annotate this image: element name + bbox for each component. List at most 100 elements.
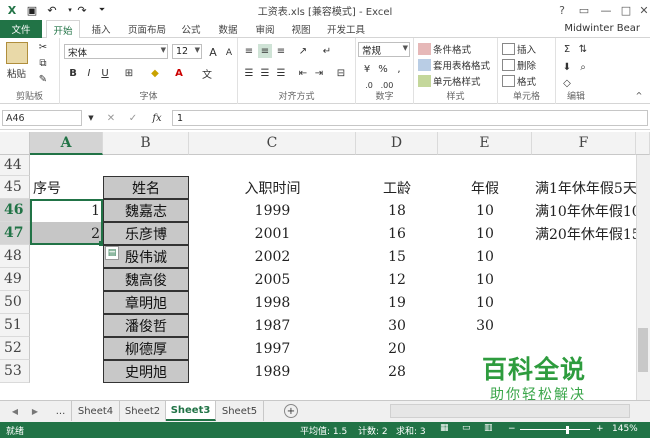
cell-c45[interactable]: 入职时间: [189, 176, 356, 199]
help-icon[interactable]: ?: [552, 2, 572, 18]
scroll-left-icon[interactable]: ◀: [8, 404, 22, 418]
column-header-d[interactable]: D: [356, 132, 438, 155]
tab-formulas[interactable]: 公式: [176, 20, 206, 38]
row-header-49[interactable]: 49: [0, 268, 30, 291]
cell-e50[interactable]: 10: [438, 291, 532, 314]
column-header-e[interactable]: E: [438, 132, 532, 155]
align-bottom-icon[interactable]: ≡: [274, 44, 288, 58]
tab-developer[interactable]: 开发工具: [322, 20, 370, 38]
cell-e48[interactable]: 10: [438, 245, 532, 268]
user-name[interactable]: Midwinter Bear: [564, 23, 640, 34]
page-layout-view-icon[interactable]: ▭: [462, 423, 471, 433]
maximize-icon[interactable]: □: [616, 2, 636, 18]
confirm-entry-icon[interactable]: ✓: [126, 111, 140, 125]
scroll-right-icon[interactable]: ▶: [28, 404, 42, 418]
column-header-a[interactable]: A: [30, 132, 103, 155]
phonetic-icon[interactable]: 文: [200, 66, 214, 81]
tab-page-layout[interactable]: 页面布局: [122, 20, 172, 38]
border-icon[interactable]: ⊞: [122, 66, 136, 80]
cell-e45[interactable]: 年假: [438, 176, 532, 199]
cell-b50[interactable]: 章明旭: [103, 291, 189, 314]
vertical-scroll-thumb[interactable]: [638, 328, 648, 372]
name-box[interactable]: A46: [2, 110, 82, 126]
close-icon[interactable]: ✕: [634, 2, 650, 18]
row-header-50[interactable]: 50: [0, 291, 30, 314]
zoom-out-icon[interactable]: −: [508, 424, 516, 434]
delete-cells-button[interactable]: 删除: [502, 58, 536, 72]
decrease-font-icon[interactable]: A: [222, 46, 236, 60]
cell-f45[interactable]: 满1年休年假5天: [532, 176, 636, 199]
orientation-icon[interactable]: ↗: [296, 44, 310, 58]
cell-c50[interactable]: 1998: [189, 291, 356, 314]
select-all-corner[interactable]: [0, 132, 30, 155]
font-color-icon[interactable]: A: [172, 66, 186, 80]
cell-d53[interactable]: 28: [356, 360, 438, 383]
clear-icon[interactable]: ◇: [560, 76, 574, 90]
fill-icon[interactable]: ⬇: [560, 60, 574, 74]
fill-color-icon[interactable]: ◆: [148, 66, 162, 80]
sheet-tab-sheet2[interactable]: Sheet2: [120, 401, 166, 421]
cell-e51[interactable]: 30: [438, 314, 532, 337]
cell-d48[interactable]: 15: [356, 245, 438, 268]
zoom-slider[interactable]: [520, 429, 590, 430]
tab-data[interactable]: 数据: [212, 20, 244, 38]
align-center-icon[interactable]: ☰: [258, 66, 272, 80]
sheet-tab-sheet5[interactable]: Sheet5: [216, 401, 264, 421]
italic-icon[interactable]: I: [82, 66, 96, 80]
paste-button[interactable]: 粘贴: [7, 66, 26, 80]
tab-file[interactable]: 文件: [0, 20, 42, 38]
increase-font-icon[interactable]: A: [206, 45, 220, 59]
zoom-in-icon[interactable]: +: [596, 424, 604, 434]
cell-d47[interactable]: 16: [356, 222, 438, 245]
page-break-view-icon[interactable]: ▥: [484, 423, 493, 433]
row-header-48[interactable]: 48: [0, 245, 30, 268]
cell-c49[interactable]: 2005: [189, 268, 356, 291]
number-format-combo[interactable]: 常规 ▼: [358, 42, 410, 57]
cell-a45[interactable]: 序号: [30, 176, 103, 199]
row-header-53[interactable]: 53: [0, 360, 30, 383]
format-cells-button[interactable]: 格式: [502, 74, 536, 88]
row-header-44[interactable]: 44: [0, 155, 30, 176]
minimize-icon[interactable]: —: [596, 2, 616, 18]
font-name-combo[interactable]: 宋体 ▼: [64, 44, 168, 59]
row-header-51[interactable]: 51: [0, 314, 30, 337]
autofill-options-icon[interactable]: ▤: [105, 246, 119, 260]
new-sheet-icon[interactable]: +: [284, 404, 298, 418]
cell-b47[interactable]: 乐彦博: [103, 222, 189, 245]
decrease-indent-icon[interactable]: ⇤: [296, 66, 310, 80]
name-box-dropdown-icon[interactable]: ▼: [84, 111, 98, 125]
cell-c47[interactable]: 2001: [189, 222, 356, 245]
cell-c51[interactable]: 1987: [189, 314, 356, 337]
row-header-46[interactable]: 46: [0, 199, 30, 222]
conditional-format-button[interactable]: 条件格式: [418, 42, 471, 56]
cell-d51[interactable]: 30: [356, 314, 438, 337]
cell-c52[interactable]: 1997: [189, 337, 356, 360]
align-left-icon[interactable]: ☰: [242, 66, 256, 80]
cell-b45[interactable]: 姓名: [103, 176, 189, 199]
row-header-47[interactable]: 47: [0, 222, 30, 245]
cell-e47[interactable]: 10: [438, 222, 532, 245]
zoom-slider-thumb[interactable]: [566, 426, 569, 434]
increase-indent-icon[interactable]: ⇥: [312, 66, 326, 80]
copy-icon[interactable]: ⧉: [36, 56, 50, 70]
row-header-45[interactable]: 45: [0, 176, 30, 199]
cell-e46[interactable]: 10: [438, 199, 532, 222]
autosum-icon[interactable]: Σ: [560, 42, 574, 56]
cell-b52[interactable]: 柳德厚: [103, 337, 189, 360]
sheet-tab-sheet3[interactable]: Sheet3: [166, 401, 216, 421]
sheet-tab-overflow[interactable]: ...: [50, 401, 72, 421]
sheet-tab-sheet4[interactable]: Sheet4: [72, 401, 120, 421]
format-painter-icon[interactable]: ✎: [36, 72, 50, 86]
comma-icon[interactable]: ,: [392, 62, 406, 76]
font-size-combo[interactable]: 12 ▼: [172, 44, 202, 59]
tab-home[interactable]: 开始: [46, 20, 80, 39]
insert-function-icon[interactable]: fx: [150, 111, 164, 125]
sort-filter-icon[interactable]: ⇅: [576, 42, 590, 56]
cell-e49[interactable]: 10: [438, 268, 532, 291]
cut-icon[interactable]: ✂: [36, 40, 50, 54]
currency-icon[interactable]: ¥: [360, 62, 374, 76]
find-select-icon[interactable]: ⌕: [576, 60, 590, 74]
cell-b49[interactable]: 魏高俊: [103, 268, 189, 291]
cell-f47[interactable]: 满20年休年假15天: [532, 222, 636, 245]
cell-c46[interactable]: 1999: [189, 199, 356, 222]
